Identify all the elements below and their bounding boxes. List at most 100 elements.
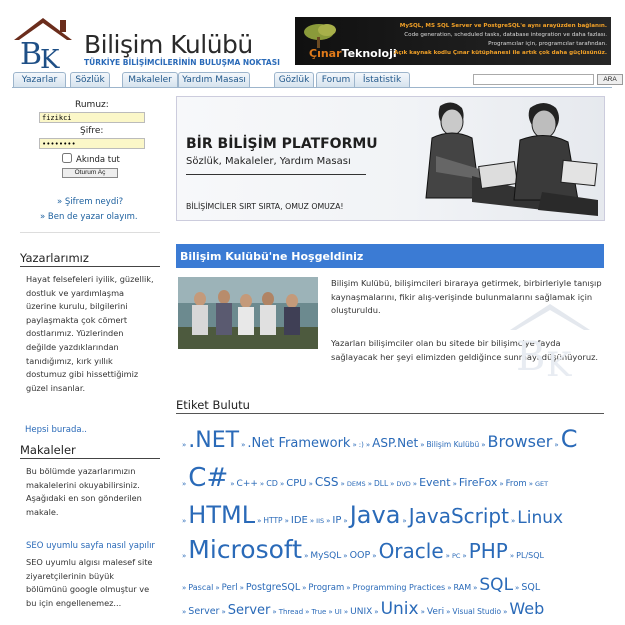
tag-separator: »	[452, 480, 457, 488]
site-logo[interactable]: B K Bilişim Kulübü TÜRKİYE BİLİŞİMCİLERİ…	[12, 14, 282, 72]
tag-link[interactable]: UI	[335, 608, 342, 616]
tag-separator: »	[328, 608, 333, 616]
tag-link[interactable]: .Net Framework	[247, 436, 350, 451]
tag-link[interactable]: C#	[188, 463, 228, 493]
banner-brand: ÇınarTeknoloji	[309, 47, 397, 60]
tag-link[interactable]: Browser	[488, 432, 553, 451]
tag-link[interactable]: Thread	[279, 608, 303, 616]
tag-row: ».NET» .Net Framework»:)» ASP.Net» Bilişim …	[180, 427, 577, 452]
tab-istatistik[interactable]: İstatistik	[354, 72, 410, 87]
tag-separator: »	[473, 584, 478, 592]
tag-link[interactable]: OOP	[350, 550, 371, 561]
tag-row: » Server» Server» Thread» True» UI» UNIX» Unix»…	[180, 601, 544, 618]
tag-link[interactable]: Linux	[517, 508, 563, 528]
tag-link[interactable]: Program	[308, 583, 344, 593]
username-field[interactable]	[39, 112, 145, 123]
tag-link[interactable]: IDE	[291, 515, 308, 526]
tag-link[interactable]: CPU	[286, 478, 306, 489]
tab-yazarlar[interactable]: Yazarlar	[13, 72, 66, 87]
banner-text: Programcılar için, programcılar tarafınd…	[488, 41, 607, 47]
ad-banner[interactable]: ÇınarTeknoloji MySQL, MS SQL Server ve P…	[295, 17, 611, 65]
tag-link[interactable]: Pascal	[188, 583, 213, 592]
tag-link[interactable]: .NET	[188, 428, 239, 453]
tag-separator: »	[528, 480, 533, 488]
article-link[interactable]: SEO uyumlu sayfa nasıl yapılır	[26, 541, 155, 551]
svg-text:B: B	[516, 334, 545, 380]
tag-link[interactable]: SQL	[521, 582, 540, 593]
tag-separator: »	[221, 608, 226, 616]
tag-link[interactable]: DLL	[374, 479, 388, 488]
tag-link[interactable]: From	[506, 479, 527, 489]
tag-link[interactable]: C++	[237, 479, 258, 489]
tag-link[interactable]: RAM	[453, 583, 471, 592]
tag-link[interactable]: IP	[332, 515, 341, 526]
bk-logo-icon: B K	[14, 18, 72, 70]
forgot-password-link[interactable]: » Şifrem neydi?	[57, 197, 123, 207]
tag-link[interactable]: DVD	[396, 480, 410, 488]
articles-heading: Makaleler	[20, 443, 160, 459]
banner-text: Code generation, scheduled tasks, databa…	[404, 32, 607, 38]
tag-separator: »	[503, 608, 508, 616]
tag-link[interactable]: Web	[509, 599, 544, 618]
remember-checkbox[interactable]	[62, 153, 72, 163]
tag-link[interactable]: PC	[452, 552, 460, 560]
tag-link[interactable]: Programming Practices	[353, 583, 446, 592]
tag-link[interactable]: Bilişim Kulübü	[427, 440, 480, 449]
tag-link[interactable]: Visual Studio	[452, 607, 501, 616]
nav-divider	[12, 87, 612, 88]
tag-link[interactable]: Server	[228, 603, 271, 618]
tab-forum[interactable]: Forum	[316, 72, 356, 87]
search-button[interactable]: ARA	[597, 74, 623, 85]
tag-separator: »	[272, 608, 277, 616]
tag-link[interactable]: ASP.Net	[372, 436, 418, 450]
password-field[interactable]	[39, 138, 145, 149]
tag-link[interactable]: Event	[419, 476, 451, 489]
tag-link[interactable]: MySQL	[310, 551, 341, 561]
authors-more-link[interactable]: Hepsi burada..	[25, 425, 87, 435]
register-link[interactable]: » Ben de yazar olayım.	[40, 212, 138, 222]
tag-link[interactable]: Unix	[381, 599, 419, 619]
tab-makaleler[interactable]: Makaleler	[122, 72, 178, 87]
tag-link[interactable]: DEMS	[347, 480, 366, 488]
tag-link[interactable]: PHP	[469, 539, 508, 563]
tag-link[interactable]: UNIX	[350, 607, 372, 617]
tag-link[interactable]: CSS	[315, 475, 339, 489]
tag-separator: »	[230, 480, 235, 488]
tab-sozluk[interactable]: Sözlük	[70, 72, 110, 87]
tag-link[interactable]: FireFox	[459, 476, 497, 489]
tag-link[interactable]: IIS	[316, 517, 324, 525]
tag-separator: »	[402, 517, 407, 525]
login-button[interactable]: Oturum Aç	[62, 168, 118, 178]
tag-link[interactable]: True	[311, 608, 326, 616]
tag-separator: »	[352, 441, 357, 449]
tag-link[interactable]: HTML	[188, 501, 255, 529]
tag-link[interactable]: PL/SQL	[516, 551, 544, 560]
tag-link[interactable]: Oracle	[379, 539, 444, 563]
tag-separator: »	[259, 480, 265, 488]
tag-link[interactable]: Veri	[427, 607, 444, 617]
tag-link[interactable]: Server	[188, 606, 219, 617]
tag-separator: »	[462, 552, 467, 560]
tag-link[interactable]: JavaScript	[409, 504, 509, 528]
tag-separator: »	[446, 608, 451, 616]
tag-link[interactable]: :)	[359, 441, 364, 449]
tag-separator: »	[182, 608, 187, 616]
tag-separator: »	[239, 584, 244, 592]
tag-link[interactable]: HTTP	[263, 516, 282, 525]
tag-separator: »	[302, 584, 307, 592]
search-input[interactable]	[473, 74, 594, 85]
tag-link[interactable]: PostgreSQL	[246, 582, 300, 593]
tag-link[interactable]: Microsoft	[188, 535, 302, 564]
tab-gozluk[interactable]: Gözlük	[274, 72, 314, 87]
tag-link[interactable]: GET	[535, 480, 548, 488]
hero-slogan: BİLİŞİMCİLER SIRT SIRTA, OMUZ OMUZA!	[186, 202, 344, 211]
tag-row: » Pascal» Perl» PostgreSQL» Program» Programm…	[180, 577, 540, 594]
tag-separator: »	[374, 608, 379, 616]
tag-link[interactable]: Perl	[222, 583, 238, 593]
tag-link[interactable]: C	[561, 425, 578, 453]
tag-link[interactable]: CD	[266, 479, 278, 488]
tag-separator: »	[499, 480, 504, 488]
tag-link[interactable]: Java	[350, 501, 401, 529]
tab-yardim-masasi[interactable]: Yardım Masası	[178, 72, 250, 87]
tag-link[interactable]: SQL	[479, 575, 513, 595]
